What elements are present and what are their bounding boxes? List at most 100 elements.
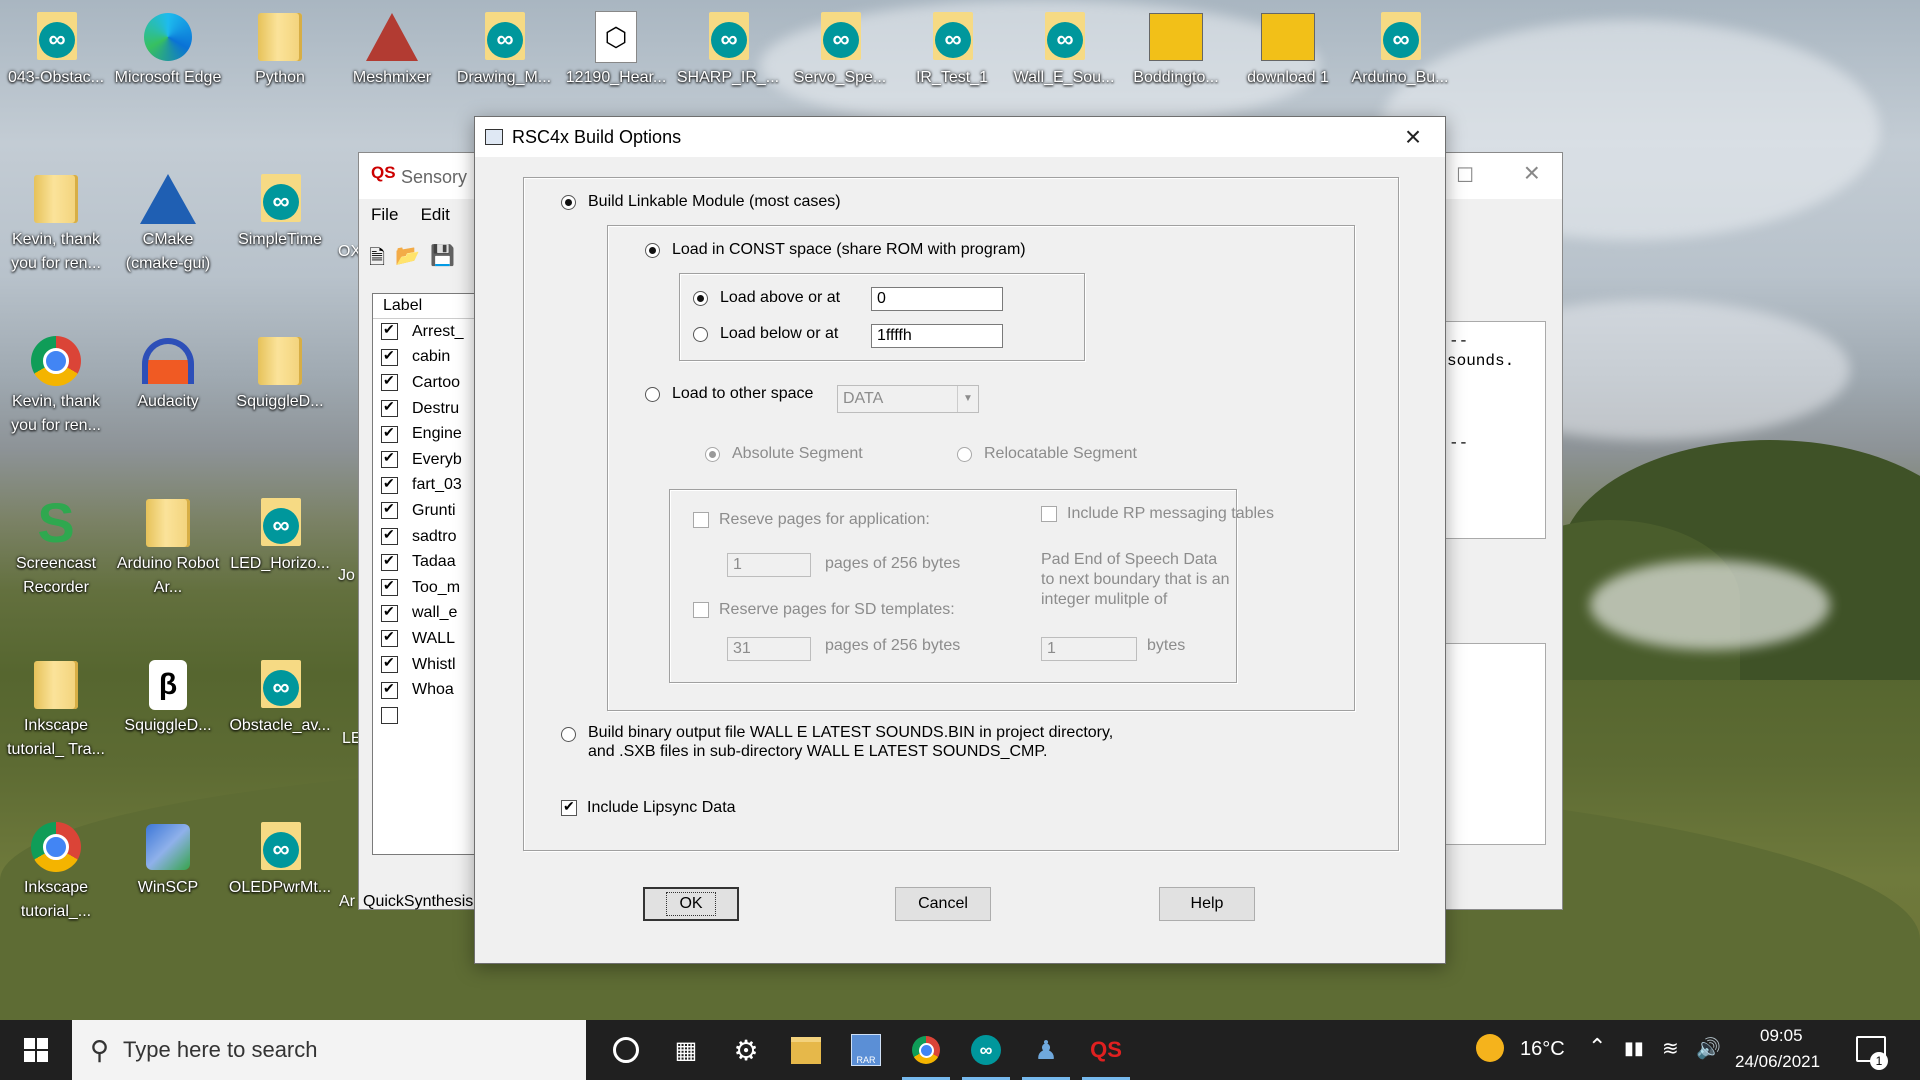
cortana-circle-icon[interactable] bbox=[596, 1020, 656, 1080]
desktop-icon[interactable]: ∞ Obstacle_av... bbox=[224, 652, 336, 738]
list-item[interactable]: Whoa bbox=[373, 677, 483, 703]
build-binary-radio[interactable]: Build binary output file WALL E LATEST S… bbox=[561, 723, 1113, 761]
list-item[interactable]: Grunti bbox=[373, 498, 483, 524]
new-file-icon[interactable]: 🗎 bbox=[369, 243, 385, 277]
desktop-icon[interactable]: ∞ 043-Obstac... bbox=[0, 4, 112, 90]
desktop-icon[interactable]: S Screencast Recorder bbox=[0, 490, 112, 600]
clock-time[interactable]: 09:05 bbox=[1760, 1026, 1803, 1046]
list-item[interactable] bbox=[373, 703, 483, 729]
load-below-radio[interactable]: Load below or at bbox=[693, 325, 838, 343]
file-explorer-icon[interactable] bbox=[776, 1020, 836, 1080]
winrar-icon[interactable]: RAR bbox=[836, 1020, 896, 1080]
desktop-icon[interactable]: ∞ OLEDPwrMt... bbox=[224, 814, 336, 900]
list-item-checkbox[interactable] bbox=[381, 347, 398, 366]
desktop-icon[interactable]: CMake (cmake-gui) bbox=[112, 166, 224, 276]
list-item[interactable]: Tadaa bbox=[373, 549, 483, 575]
desktop-icon[interactable]: ∞ Servo_Spe... bbox=[784, 4, 896, 90]
task-view-icon[interactable]: ▦ bbox=[656, 1020, 716, 1080]
chrome-icon[interactable] bbox=[896, 1020, 956, 1080]
desktop-icon[interactable]: Boddingto... bbox=[1120, 4, 1232, 90]
reserve-app-input[interactable]: 1 bbox=[727, 553, 811, 577]
ok-button[interactable]: OK bbox=[643, 887, 739, 921]
pad-value-input[interactable]: 1 bbox=[1041, 637, 1137, 661]
menu-edit[interactable]: Edit bbox=[421, 205, 450, 224]
list-item-checkbox[interactable] bbox=[381, 500, 398, 520]
load-below-input[interactable]: 1ffffh bbox=[871, 324, 1003, 348]
list-item[interactable]: cabin bbox=[373, 345, 483, 371]
maximize-icon[interactable]: ☐ bbox=[1456, 163, 1474, 188]
list-item-checkbox[interactable] bbox=[381, 707, 398, 725]
list-item[interactable]: Too_m bbox=[373, 575, 483, 601]
code-pane-bottom[interactable] bbox=[1444, 643, 1546, 845]
desktop-icon[interactable]: ∞ Wall_E_Sou... bbox=[1008, 4, 1120, 90]
list-item[interactable]: WALL bbox=[373, 626, 483, 652]
list-item[interactable]: wall_e bbox=[373, 601, 483, 627]
load-other-radio[interactable]: Load to other space bbox=[645, 385, 813, 403]
weather-sun-icon[interactable] bbox=[1476, 1034, 1504, 1062]
arduino-icon[interactable]: ∞ bbox=[956, 1020, 1016, 1080]
desktop-icon[interactable]: ∞ SimpleTime bbox=[224, 166, 336, 252]
save-icon[interactable]: 💾 bbox=[430, 243, 455, 277]
desktop-icon[interactable]: Meshmixer bbox=[336, 4, 448, 90]
desktop-icon[interactable]: Inkscape tutorial_ Tra... bbox=[0, 652, 112, 762]
desktop-icon[interactable]: ∞ Drawing_M... bbox=[448, 4, 560, 90]
load-const-radio[interactable]: Load in CONST space (share ROM with prog… bbox=[645, 241, 1026, 259]
reserve-sd-input[interactable]: 31 bbox=[727, 637, 811, 661]
list-item[interactable]: Arrest_ bbox=[373, 319, 483, 345]
desktop-icon[interactable]: ∞ LED_Horizo... bbox=[224, 490, 336, 576]
list-item-checkbox[interactable] bbox=[381, 654, 398, 674]
dialog-titlebar[interactable]: RSC4x Build Options × bbox=[475, 117, 1445, 157]
battery-icon[interactable]: ▮▮ bbox=[1624, 1038, 1644, 1059]
code-pane-top[interactable]: -- sounds. -- bbox=[1444, 321, 1546, 539]
clock-date[interactable]: 24/06/2021 bbox=[1735, 1052, 1820, 1072]
load-above-radio[interactable]: Load above or at bbox=[693, 289, 840, 307]
desktop-icon[interactable]: Python bbox=[224, 4, 336, 90]
open-folder-icon[interactable]: 📂 bbox=[395, 243, 420, 277]
desktop-icon[interactable]: ∞ SHARP_IR_... bbox=[672, 4, 784, 90]
relocatable-segment-radio[interactable]: Relocatable Segment bbox=[957, 445, 1137, 463]
desktop-icon[interactable]: SquiggleD... bbox=[224, 328, 336, 414]
load-above-input[interactable]: 0 bbox=[871, 287, 1003, 311]
settings-gear-icon[interactable]: ⚙ bbox=[716, 1020, 776, 1080]
menu-file[interactable]: File bbox=[371, 205, 398, 224]
list-item[interactable]: fart_03 bbox=[373, 473, 483, 499]
other-space-select[interactable]: DATA ▼ bbox=[837, 385, 979, 413]
desktop-icon[interactable]: β SquiggleD... bbox=[112, 652, 224, 738]
list-item-checkbox[interactable] bbox=[381, 321, 398, 341]
reserve-app-checkbox[interactable]: Reseve pages for application: bbox=[693, 511, 930, 529]
list-item[interactable]: Engine bbox=[373, 421, 483, 447]
reserve-sd-checkbox[interactable]: Reserve pages for SD templates: bbox=[693, 601, 955, 619]
network-user-icon[interactable]: ♟ bbox=[1016, 1020, 1076, 1080]
list-item-checkbox[interactable] bbox=[381, 603, 398, 622]
desktop-icon[interactable]: Arduino Robot Ar... bbox=[112, 490, 224, 600]
cancel-button[interactable]: Cancel bbox=[895, 887, 991, 921]
build-options-dialog[interactable]: RSC4x Build Options × Build Linkable Mod… bbox=[474, 116, 1446, 964]
wifi-icon[interactable]: ≋ bbox=[1662, 1036, 1679, 1061]
weather-temperature[interactable]: 16°C bbox=[1520, 1038, 1565, 1061]
list-item-checkbox[interactable] bbox=[381, 526, 398, 546]
list-item-checkbox[interactable] bbox=[381, 449, 398, 469]
chevron-down-icon[interactable]: ▼ bbox=[957, 386, 978, 412]
include-rp-checkbox[interactable]: Include RP messaging tables bbox=[1041, 505, 1274, 523]
list-item-checkbox[interactable] bbox=[381, 475, 398, 494]
list-item-checkbox[interactable] bbox=[381, 398, 398, 418]
desktop-icon[interactable]: download 1 bbox=[1232, 4, 1344, 90]
list-item[interactable]: sadtro bbox=[373, 524, 483, 550]
desktop-icon[interactable]: Microsoft Edge bbox=[112, 4, 224, 90]
volume-icon[interactable]: 🔊 bbox=[1696, 1036, 1721, 1061]
list-item[interactable]: Cartoo bbox=[373, 370, 483, 396]
help-button[interactable]: Help bbox=[1159, 887, 1255, 921]
desktop-icon[interactable]: Kevin, thank you for ren... bbox=[0, 328, 112, 438]
list-item[interactable]: Everyb bbox=[373, 447, 483, 473]
list-item-checkbox[interactable] bbox=[381, 372, 398, 392]
include-lipsync-checkbox[interactable]: Include Lipsync Data bbox=[561, 798, 736, 817]
quicksynthesis-icon[interactable]: QS bbox=[1076, 1020, 1136, 1080]
desktop-icon[interactable]: WinSCP bbox=[112, 814, 224, 900]
desktop-icon[interactable]: ∞ IR_Test_1 bbox=[896, 4, 1008, 90]
absolute-segment-radio[interactable]: Absolute Segment bbox=[705, 445, 863, 463]
list-item[interactable]: Destru bbox=[373, 396, 483, 422]
dialog-close-icon[interactable]: × bbox=[1393, 123, 1433, 151]
close-icon[interactable]: × bbox=[1524, 157, 1540, 189]
label-list[interactable]: Label Arrest_cabin Cartoo Destru Engine Ever… bbox=[372, 293, 484, 855]
taskbar-search-input[interactable]: ⚲ Type here to search bbox=[72, 1020, 586, 1080]
